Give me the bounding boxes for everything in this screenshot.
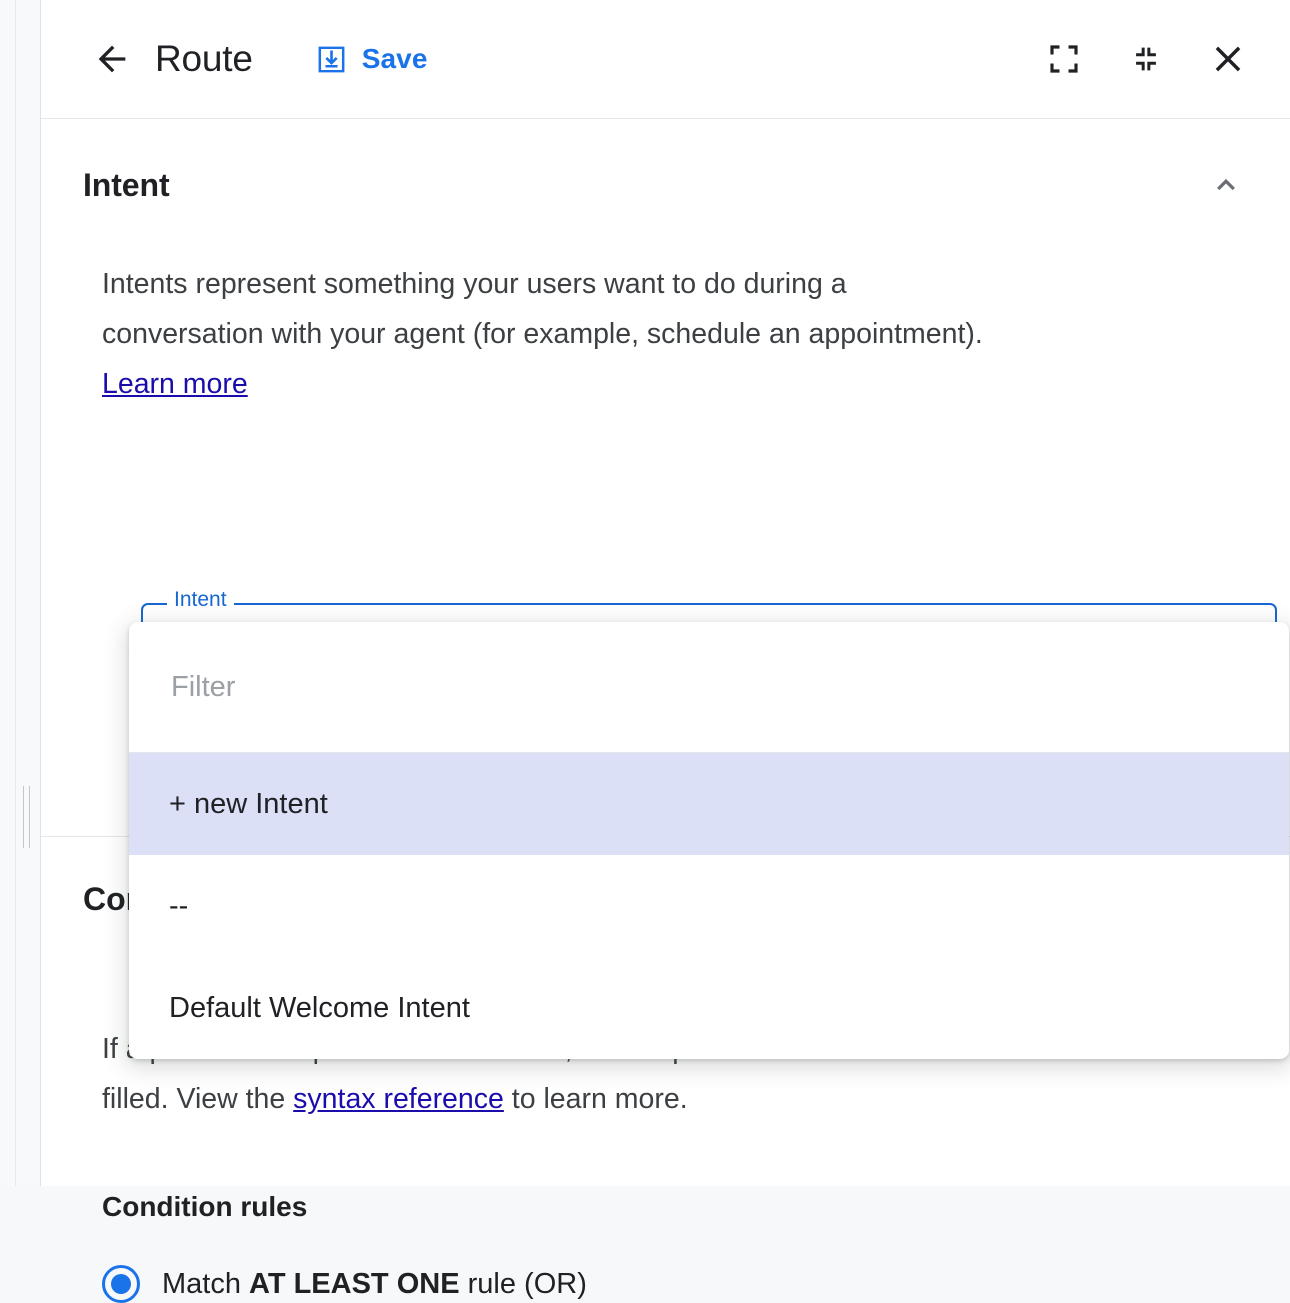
intent-description-line-1: Intents represent something your users w… (102, 268, 847, 300)
radio-label-pre: Match (162, 1268, 249, 1300)
dropdown-option-list: + new Intent -- Default Welcome Intent (129, 753, 1289, 1059)
chevron-up-icon (1209, 168, 1243, 202)
gutter-divider-outer (15, 0, 16, 1186)
panel-header: Route Save (41, 0, 1290, 119)
radio-label-post: rule (OR) (460, 1268, 587, 1300)
dropdown-option-label: -- (169, 890, 188, 923)
filter-input[interactable] (169, 670, 1169, 705)
radio-dot (111, 1274, 131, 1294)
panel-content: Intent Intents represent something your … (41, 119, 1290, 409)
intent-description: Intents represent something your users w… (102, 259, 1237, 409)
intent-dropdown-panel: + new Intent -- Default Welcome Intent (129, 622, 1289, 1059)
panel-resize-handle[interactable] (20, 786, 34, 848)
save-button-label: Save (362, 43, 428, 75)
intent-section-header[interactable]: Intent (41, 119, 1290, 207)
dropdown-option[interactable]: -- (129, 855, 1289, 957)
radio-label-bold: AT LEAST ONE (249, 1268, 460, 1300)
radio-button-selected[interactable] (102, 1265, 140, 1303)
radio-match-at-least-one-label: Match AT LEAST ONE rule (OR) (162, 1268, 587, 1301)
fullscreen-exit-icon[interactable] (1126, 39, 1166, 79)
resize-grip-line (23, 786, 24, 848)
back-button[interactable] (89, 36, 135, 82)
page-title: Route (155, 38, 253, 80)
fullscreen-icon[interactable] (1044, 39, 1084, 79)
condition-description-line-2-pre: filled. View the (102, 1083, 293, 1115)
arrow-back-icon (92, 39, 132, 79)
dropdown-option[interactable]: + new Intent (129, 753, 1289, 855)
workspace-gutter (0, 0, 41, 1186)
intent-collapse-button[interactable] (1204, 163, 1248, 207)
dropdown-filter-row (129, 622, 1289, 753)
learn-more-link[interactable]: Learn more (102, 368, 248, 400)
resize-grip-line (29, 786, 30, 848)
intent-description-line-2: conversation with your agent (for exampl… (102, 318, 983, 350)
close-icon[interactable] (1208, 39, 1248, 79)
dropdown-option[interactable]: Default Welcome Intent (129, 957, 1289, 1059)
fullscreen-exit-icon-glyph (1129, 42, 1163, 76)
condition-rules-title: Condition rules (102, 1191, 307, 1223)
save-download-icon (315, 43, 348, 76)
route-detail-panel: Route Save (41, 0, 1290, 1186)
header-actions (1044, 39, 1248, 79)
condition-description-line-2-post: to learn more. (504, 1083, 688, 1115)
intent-section-title: Intent (83, 167, 170, 204)
close-icon-glyph (1209, 40, 1247, 78)
radio-match-at-least-one[interactable]: Match AT LEAST ONE rule (OR) (102, 1265, 587, 1303)
save-button[interactable]: Save (315, 43, 428, 76)
syntax-reference-link[interactable]: syntax reference (293, 1083, 504, 1115)
dropdown-option-label: Default Welcome Intent (169, 992, 470, 1025)
dropdown-option-label: + new Intent (169, 788, 328, 821)
intent-field-label: Intent (167, 589, 234, 610)
fullscreen-icon-glyph (1046, 41, 1082, 77)
